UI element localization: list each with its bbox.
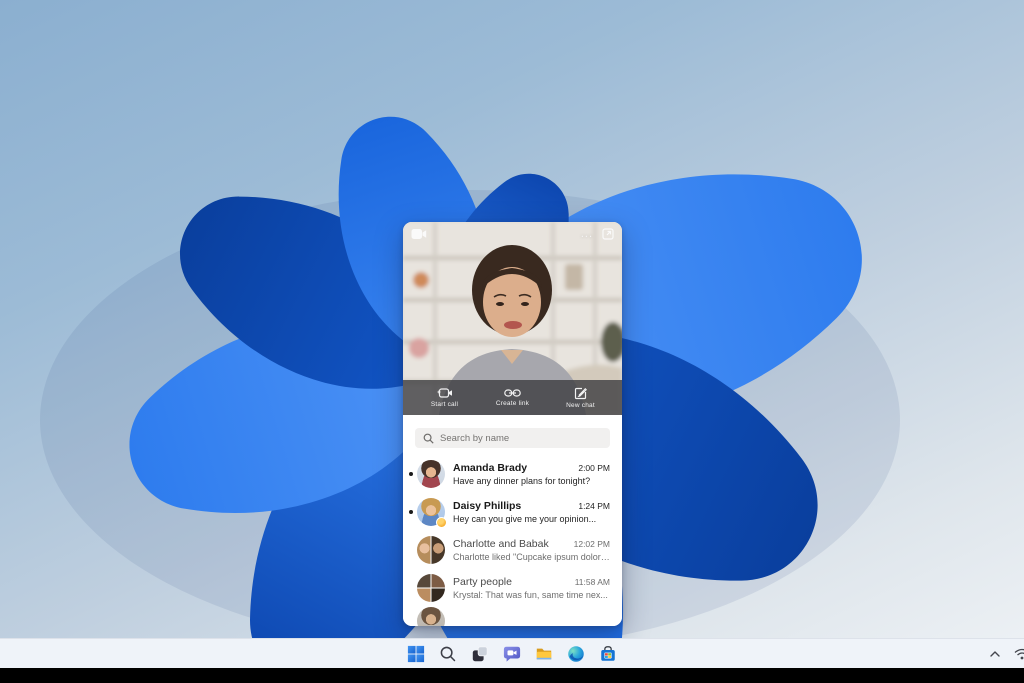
start-call-button[interactable]: Start call [422,387,468,408]
file-explorer-icon [535,645,553,663]
chat-name: Charlotte and Babak [453,538,549,550]
chat-name: Party people [453,576,512,588]
system-tray [989,639,1024,669]
chat-message-preview: Hey can you give me your opinion... [453,514,610,524]
link-icon [504,388,521,398]
taskbar-center-icons [404,642,620,666]
start-call-label: Start call [431,401,458,408]
unread-indicator [409,510,413,514]
file-explorer-button[interactable] [532,642,556,666]
network-button[interactable] [1013,642,1024,666]
new-chat-icon [574,387,587,400]
chat-message-preview: Have any dinner plans for tonight? [453,476,610,486]
taskbar [0,638,1024,668]
chat-name: Daisy Phillips [453,500,521,512]
taskbar-search-button[interactable] [436,642,460,666]
chat-message-preview: Krystal: That was fun, same time nex... [453,590,610,600]
chat-name: Amanda Brady [453,462,527,474]
edge-button[interactable] [564,642,588,666]
hidden-icons-chevron[interactable] [989,642,1001,666]
edge-browser-icon [567,645,585,663]
windows-start-icon [407,645,425,663]
search-icon [423,433,434,444]
avatar [417,607,445,626]
chat-time: 12:02 PM [574,539,610,549]
avatar [417,536,445,564]
letterbox-strip [0,668,1024,683]
video-action-bar: Start call Create link New chat [403,380,622,415]
search-input[interactable] [440,433,602,444]
screen: ... Start call [0,0,1024,683]
avatar [417,460,445,488]
chat-time: 2:00 PM [578,463,610,473]
search-icon [439,645,457,663]
chat-list-item[interactable]: Amanda Brady 2:00 PM Have any dinner pla… [403,455,622,493]
open-in-window-icon[interactable] [602,228,614,240]
chat-flyout-panel: ... Start call [403,222,622,626]
unread-indicator [409,472,413,476]
create-link-label: Create link [496,400,529,407]
emoji-reaction-badge [436,517,447,528]
chat-list-section: Amanda Brady 2:00 PM Have any dinner pla… [403,428,622,626]
chat-list-item[interactable] [403,607,622,626]
new-chat-label: New chat [566,402,595,409]
video-camera-icon[interactable] [411,228,427,240]
microsoft-store-button[interactable] [596,642,620,666]
chat-message-preview: Charlotte liked "Cupcake ipsum dolor see… [453,552,610,562]
chat-time: 11:58 AM [575,577,610,587]
chat-list-item[interactable]: Charlotte and Babak 12:02 PM Charlotte l… [403,531,622,569]
task-view-button[interactable] [468,642,492,666]
search-box[interactable] [415,428,610,448]
video-call-icon [437,387,453,399]
teams-chat-icon [503,645,521,663]
chevron-up-icon [989,650,1001,658]
more-options-icon[interactable]: ... [581,229,593,239]
wifi-icon [1014,648,1024,660]
chat-list-item[interactable]: Daisy Phillips 1:24 PM Hey can you give … [403,493,622,531]
avatar [417,498,445,526]
task-view-icon [471,645,489,663]
chat-list-item[interactable]: Party people 11:58 AM Krystal: That was … [403,569,622,607]
microsoft-store-icon [599,645,617,663]
video-preview-tile[interactable]: ... Start call [403,222,622,415]
video-topbar: ... [411,228,614,240]
avatar [417,574,445,602]
chat-button[interactable] [500,642,524,666]
chat-time: 1:24 PM [578,501,610,511]
new-chat-button[interactable]: New chat [558,387,604,409]
create-link-button[interactable]: Create link [490,388,536,407]
start-button[interactable] [404,642,428,666]
chat-list: Amanda Brady 2:00 PM Have any dinner pla… [403,455,622,626]
